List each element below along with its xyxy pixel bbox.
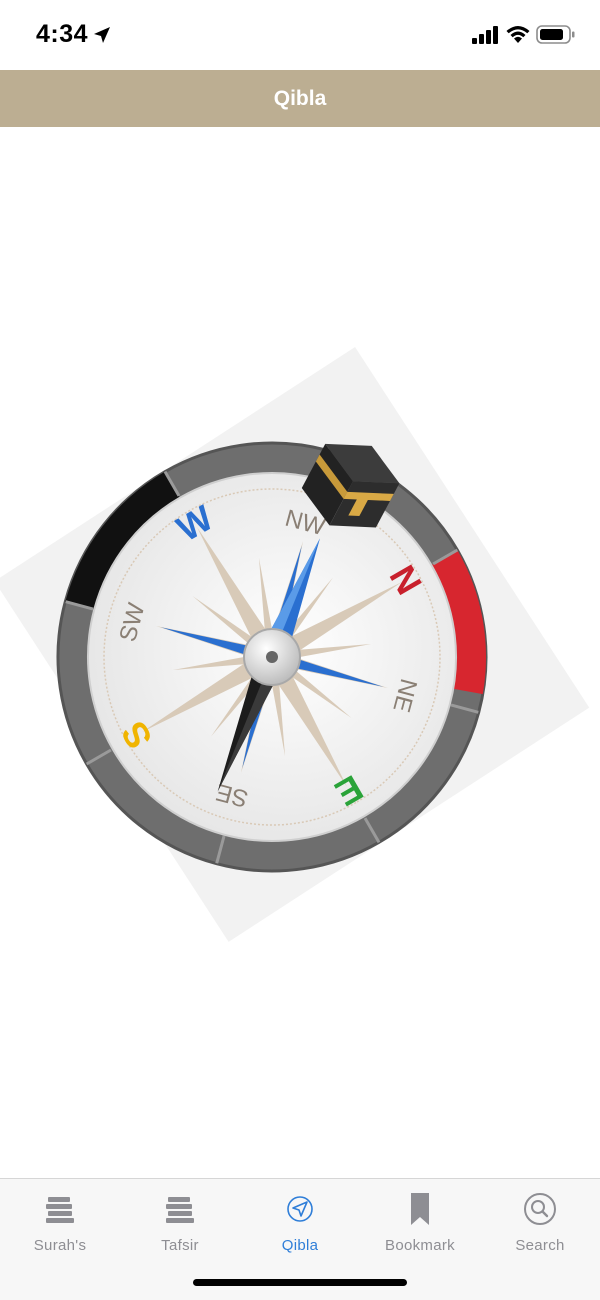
bookmark-icon (411, 1193, 429, 1225)
tab-label: Qibla (281, 1237, 319, 1254)
tab-surahs[interactable]: Surah's (0, 1191, 120, 1261)
cellular-signal-icon (472, 26, 498, 44)
nav-bar: Qibla (0, 70, 600, 127)
tab-label: Tafsir (161, 1237, 199, 1254)
qibla-content: N S E W NE NW SE SW (0, 127, 600, 1178)
tab-qibla[interactable]: Qibla (240, 1191, 360, 1261)
home-indicator (193, 1279, 407, 1286)
qibla-compass: N S E W NE NW SE SW (0, 327, 600, 947)
wifi-icon (506, 26, 530, 43)
page-title: Qibla (273, 86, 327, 110)
tab-label: Search (515, 1237, 565, 1254)
tab-search[interactable]: Search (480, 1191, 600, 1261)
navigation-arrow-icon (287, 1196, 313, 1222)
battery-icon (536, 25, 575, 44)
status-bar: 4:34 (0, 0, 600, 70)
tab-tafsir[interactable]: Tafsir (120, 1191, 240, 1261)
books-icon (46, 1197, 74, 1223)
compass-graphic: N S E W NE NW SE SW (0, 347, 590, 942)
tab-label: Bookmark (385, 1237, 455, 1254)
tab-bookmark[interactable]: Bookmark (360, 1191, 480, 1261)
search-icon (524, 1193, 556, 1225)
books-icon (166, 1197, 194, 1223)
tab-label: Surah's (33, 1237, 87, 1254)
status-time: 4:34 (36, 20, 89, 48)
location-arrow-icon (94, 27, 110, 43)
